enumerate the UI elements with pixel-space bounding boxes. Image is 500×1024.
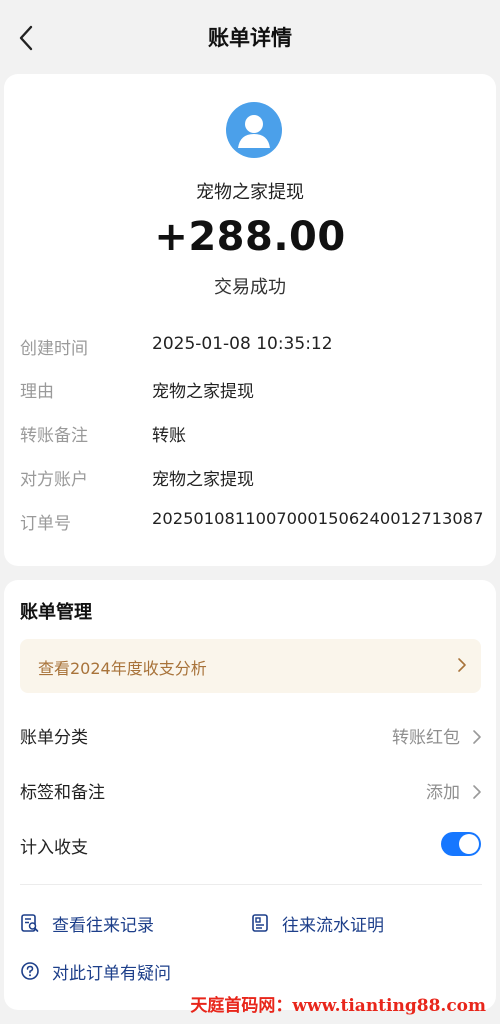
chevron-right-icon [473,785,481,799]
annual-analysis-label: 查看2024年度收支分析 [38,659,207,678]
detail-value: 宠物之家提现 [152,470,254,490]
transaction-status: 交易成功 [214,277,286,298]
include-in-stats-label: 计入收支 [20,838,88,858]
include-in-stats-toggle[interactable] [441,832,481,856]
detail-label: 理由 [20,382,54,402]
certificate-icon [250,913,270,933]
bill-category-label: 账单分类 [20,728,88,748]
question-circle-icon [20,961,40,981]
detail-value: 宠物之家提现 [152,382,254,402]
transaction-amount: +288.00 [154,214,346,260]
detail-row-created-time: 创建时间 2025-01-08 10:35:12 [20,334,488,360]
tags-notes-label: 标签和备注 [20,783,105,803]
chevron-right-icon [473,730,481,744]
order-question-link[interactable]: 对此订单有疑问 [20,958,171,984]
detail-row-transfer-note: 转账备注 转账 [20,421,488,447]
detail-label: 转账备注 [20,426,88,446]
page-title: 账单详情 [208,26,292,50]
merchant-name: 宠物之家提现 [196,182,304,203]
toggle-knob [459,834,479,854]
transaction-proof-link[interactable]: 往来流水证明 [250,910,384,936]
watermark-text: 天庭首码网：www.tianting88.com [190,996,486,1016]
annual-analysis-banner[interactable]: 查看2024年度收支分析 [20,639,481,693]
user-avatar-icon [226,102,282,158]
tags-notes-value: 添加 [426,783,460,803]
detail-label: 对方账户 [20,470,88,490]
tags-notes-row[interactable]: 标签和备注 添加 [20,778,482,808]
transaction-proof-label: 往来流水证明 [282,915,384,936]
view-records-link[interactable]: 查看往来记录 [20,910,154,936]
detail-row-order-number: 订单号 2025010811007000150624001271308​7 [20,509,488,535]
bill-management-card: 账单管理 查看2024年度收支分析 账单分类 转账红包 标签和备注 添加 计入收… [4,580,496,1010]
detail-label: 创建时间 [20,339,88,359]
view-records-label: 查看往来记录 [52,915,154,936]
detail-label: 订单号 [20,514,71,534]
chevron-right-icon [458,658,466,672]
detail-row-reason: 理由 宠物之家提现 [20,377,488,403]
order-question-label: 对此订单有疑问 [52,963,171,984]
detail-value: 2025-01-08 10:35:12 [152,334,333,354]
bill-summary-card: 宠物之家提现 +288.00 交易成功 创建时间 2025-01-08 10:3… [4,74,496,566]
bill-category-row[interactable]: 账单分类 转账红包 [20,723,482,753]
include-in-stats-row: 计入收支 [20,832,482,863]
document-search-icon [20,913,40,933]
section-title: 账单管理 [20,602,92,623]
nav-bar: 账单详情 [0,0,500,74]
detail-row-counterparty: 对方账户 宠物之家提现 [20,465,488,491]
order-number-value[interactable]: 2025010811007000150624001271308​7 [152,509,483,528]
detail-value: 转账 [152,426,186,446]
divider [20,884,482,885]
bill-category-value: 转账红包 [392,728,460,748]
